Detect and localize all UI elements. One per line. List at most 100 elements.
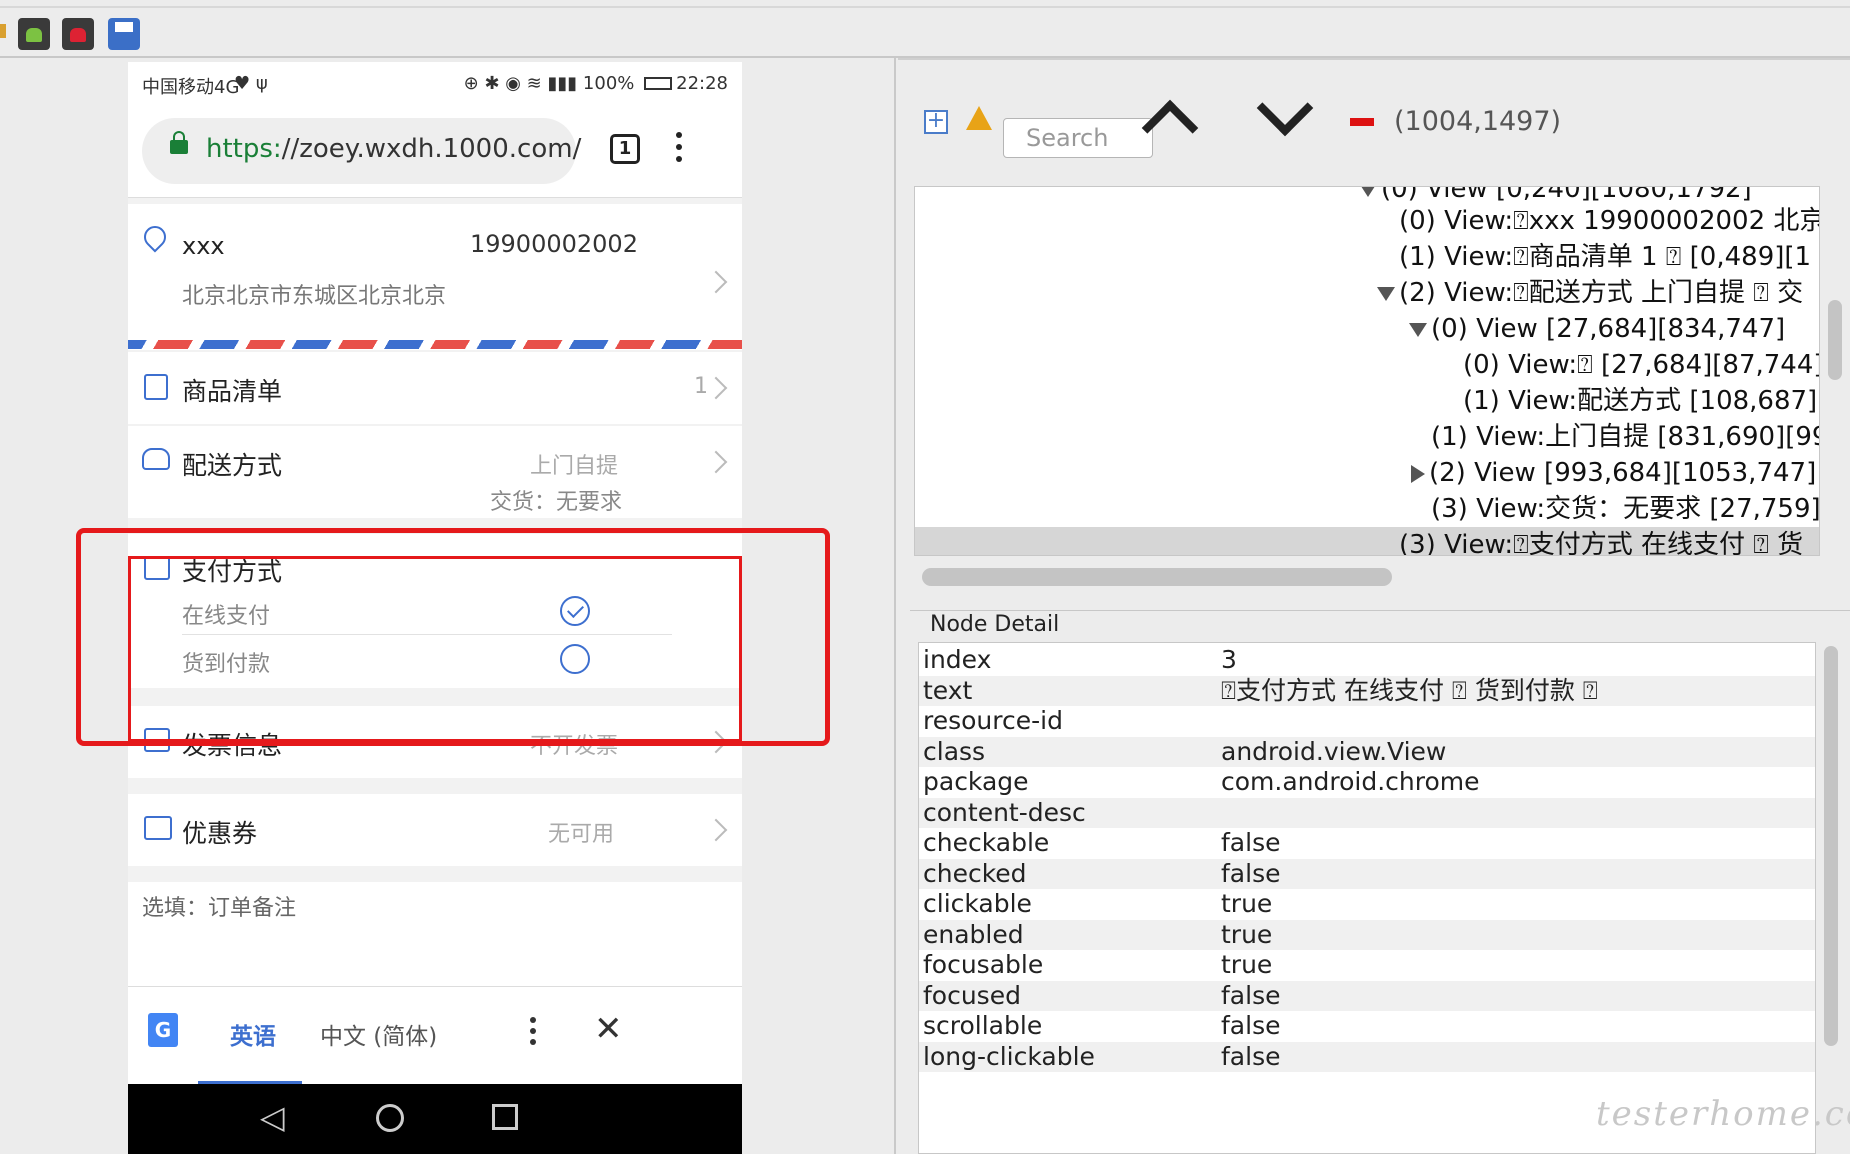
coupon-row[interactable]: 优惠券 无可用 (128, 794, 742, 866)
tree-node[interactable]: (0) View:⍰ [27,684][87,744] (1463, 347, 1819, 383)
detail-key: focusable (923, 950, 1044, 979)
detail-key: class (923, 736, 986, 766)
tree-node-selected[interactable]: (3) View:⍰支付方式 在线支付 ⍰ 货 (1399, 527, 1803, 555)
translate-menu-icon[interactable] (530, 1017, 536, 1045)
tree-node[interactable]: (2) View [993,684][1053,747] (1411, 455, 1816, 491)
tree-node[interactable]: (1) View:⍰商品清单 1 ⍰ [0,489][1 (1399, 239, 1811, 275)
detail-row: index 3 (919, 645, 1815, 676)
detail-value: false (1221, 1011, 1281, 1040)
tree-node[interactable]: (1) View:上门自提 [831,690][99 (1431, 419, 1819, 455)
chevron-right-icon (704, 818, 728, 842)
shipping-row[interactable]: 配送方式 上门自提 交货：无要求 (128, 426, 742, 518)
status-bar: 中国移动4G ♥ ψ ⊕ ✱ ◉ ≋ ▮▮▮ 100% 22:28 (128, 62, 742, 104)
detail-value: android.view.View (1221, 736, 1447, 766)
coupon-value: 无可用 (548, 822, 615, 847)
detail-key: scrollable (923, 1011, 1043, 1040)
coupon-icon (144, 816, 172, 840)
detail-row: checkable false (919, 828, 1815, 859)
detail-row: checked false (919, 858, 1815, 889)
detail-key: index (923, 645, 992, 674)
save-icon[interactable] (108, 18, 140, 50)
shipping-note: 交货：无要求 (490, 490, 623, 515)
status-right: ⊕ ✱ ◉ ≋ ▮▮▮ 100% 22:28 (464, 73, 728, 94)
browser-menu-icon[interactable] (676, 132, 682, 168)
warning-icon[interactable] (966, 106, 992, 130)
detail-row: class android.view.View (919, 736, 1815, 767)
address-detail: 北京北京市东城区北京北京 (182, 284, 447, 309)
main-toolbar (0, 0, 1850, 58)
browser-url-bar: https://zoey.wxdh.1000.com/ 1 (128, 104, 742, 198)
remark-row[interactable]: 选填：订单备注 (128, 882, 742, 986)
detail-value: false (1221, 1041, 1281, 1071)
android-screenshot-icon[interactable] (18, 18, 50, 50)
status-icons: ⊕ ✱ ◉ ≋ ▮▮▮ (463, 73, 583, 94)
clock-label: 22:28 (676, 73, 728, 94)
translate-tab-chinese[interactable]: 中文 (简体) (320, 1017, 437, 1051)
node-detail-title: Node Detail (930, 612, 1060, 637)
url-field[interactable]: https://zoey.wxdh.1000.com/ (142, 118, 581, 184)
tab-count-button[interactable]: 1 (610, 134, 640, 164)
address-card[interactable]: xxx 19900002002 北京北京市东城区北京北京 (128, 204, 742, 350)
address-phone: 19900002002 (470, 230, 638, 258)
location-pin-icon (139, 221, 171, 253)
battery-label: 100% (582, 73, 635, 94)
detail-key: checkable (923, 828, 1050, 857)
list-icon (144, 374, 168, 400)
detail-row: clickable true (919, 889, 1815, 920)
detail-row: resource-id (919, 706, 1815, 737)
tree-vertical-scrollbar[interactable] (1828, 300, 1842, 380)
detail-row: text ⍰支付方式 在线支付 ⍰ 货到付款 ⍰ (919, 675, 1815, 706)
tree-node[interactable]: (2) View:⍰配送方式 上门自提 ⍰ 交 (1377, 275, 1803, 311)
goods-row[interactable]: 商品清单 1 (128, 352, 742, 424)
detail-value: ⍰支付方式 在线支付 ⍰ 货到付款 ⍰ (1221, 675, 1598, 705)
chevron-right-icon (704, 270, 728, 294)
detail-key: package (923, 767, 1029, 796)
detail-value: true (1221, 889, 1273, 918)
lock-icon (170, 131, 188, 154)
detail-key: long-clickable (923, 1041, 1095, 1071)
tree-node[interactable]: (0) View [27,684][834,747] (1409, 311, 1785, 347)
android-compressed-icon[interactable] (62, 18, 94, 50)
hierarchy-tree[interactable]: (0) View [0,240][1080,1792] (0) View:⍰xx… (914, 186, 1820, 556)
recents-icon[interactable] (492, 1104, 518, 1130)
shipping-value: 上门自提 (530, 454, 619, 479)
android-nav-bar: ◁ (128, 1084, 742, 1154)
carrier-label: 中国移动4G (142, 77, 240, 98)
minus-icon[interactable] (1350, 118, 1374, 126)
back-icon[interactable]: ◁ (260, 1098, 285, 1136)
detail-value: false (1221, 858, 1281, 888)
coords-readout: (1004,1497) (1394, 106, 1562, 137)
airmail-border (128, 340, 742, 349)
translate-tab-english[interactable]: 英语 (230, 1017, 276, 1051)
detail-row: focused false (919, 980, 1815, 1011)
expand-all-icon[interactable]: + (924, 110, 948, 134)
detail-row: content-desc (919, 797, 1815, 828)
tree-node[interactable]: (0) View:⍰xxx 19900002002 北京 (1399, 203, 1819, 239)
arrow-icon[interactable] (0, 24, 6, 38)
shipping-label: 配送方式 (182, 451, 283, 480)
detail-value: true (1221, 950, 1273, 979)
delivery-truck-icon (142, 448, 170, 470)
watermark-text: testerhome.com (1596, 1094, 1850, 1134)
tree-node[interactable]: (3) View:交货：无要求 [27,759][ (1431, 491, 1819, 527)
home-icon[interactable] (376, 1104, 404, 1132)
detail-key: content-desc (923, 797, 1086, 827)
detail-row: package com.android.chrome (919, 767, 1815, 798)
detail-key: text (923, 675, 973, 705)
url-text: https://zoey.wxdh.1000.com/ (206, 134, 582, 164)
detail-row: scrollable false (919, 1011, 1815, 1042)
close-icon[interactable]: ✕ (594, 1009, 623, 1049)
chevron-right-icon (704, 450, 728, 474)
tree-node[interactable]: (1) View:配送方式 [108,687][ (1463, 383, 1819, 419)
detail-value: true (1221, 919, 1273, 949)
detail-value: false (1221, 828, 1281, 857)
detail-row: focusable true (919, 950, 1815, 981)
detail-vertical-scrollbar[interactable] (1824, 646, 1838, 1046)
remark-label: 选填：订单备注 (142, 896, 297, 921)
detail-key: clickable (923, 889, 1032, 918)
detail-row: enabled true (919, 919, 1815, 950)
goods-label: 商品清单 (182, 377, 283, 406)
tree-horizontal-scrollbar[interactable] (922, 568, 1392, 586)
detail-value: 3 (1221, 645, 1237, 674)
search-input[interactable]: Search (1003, 118, 1153, 158)
